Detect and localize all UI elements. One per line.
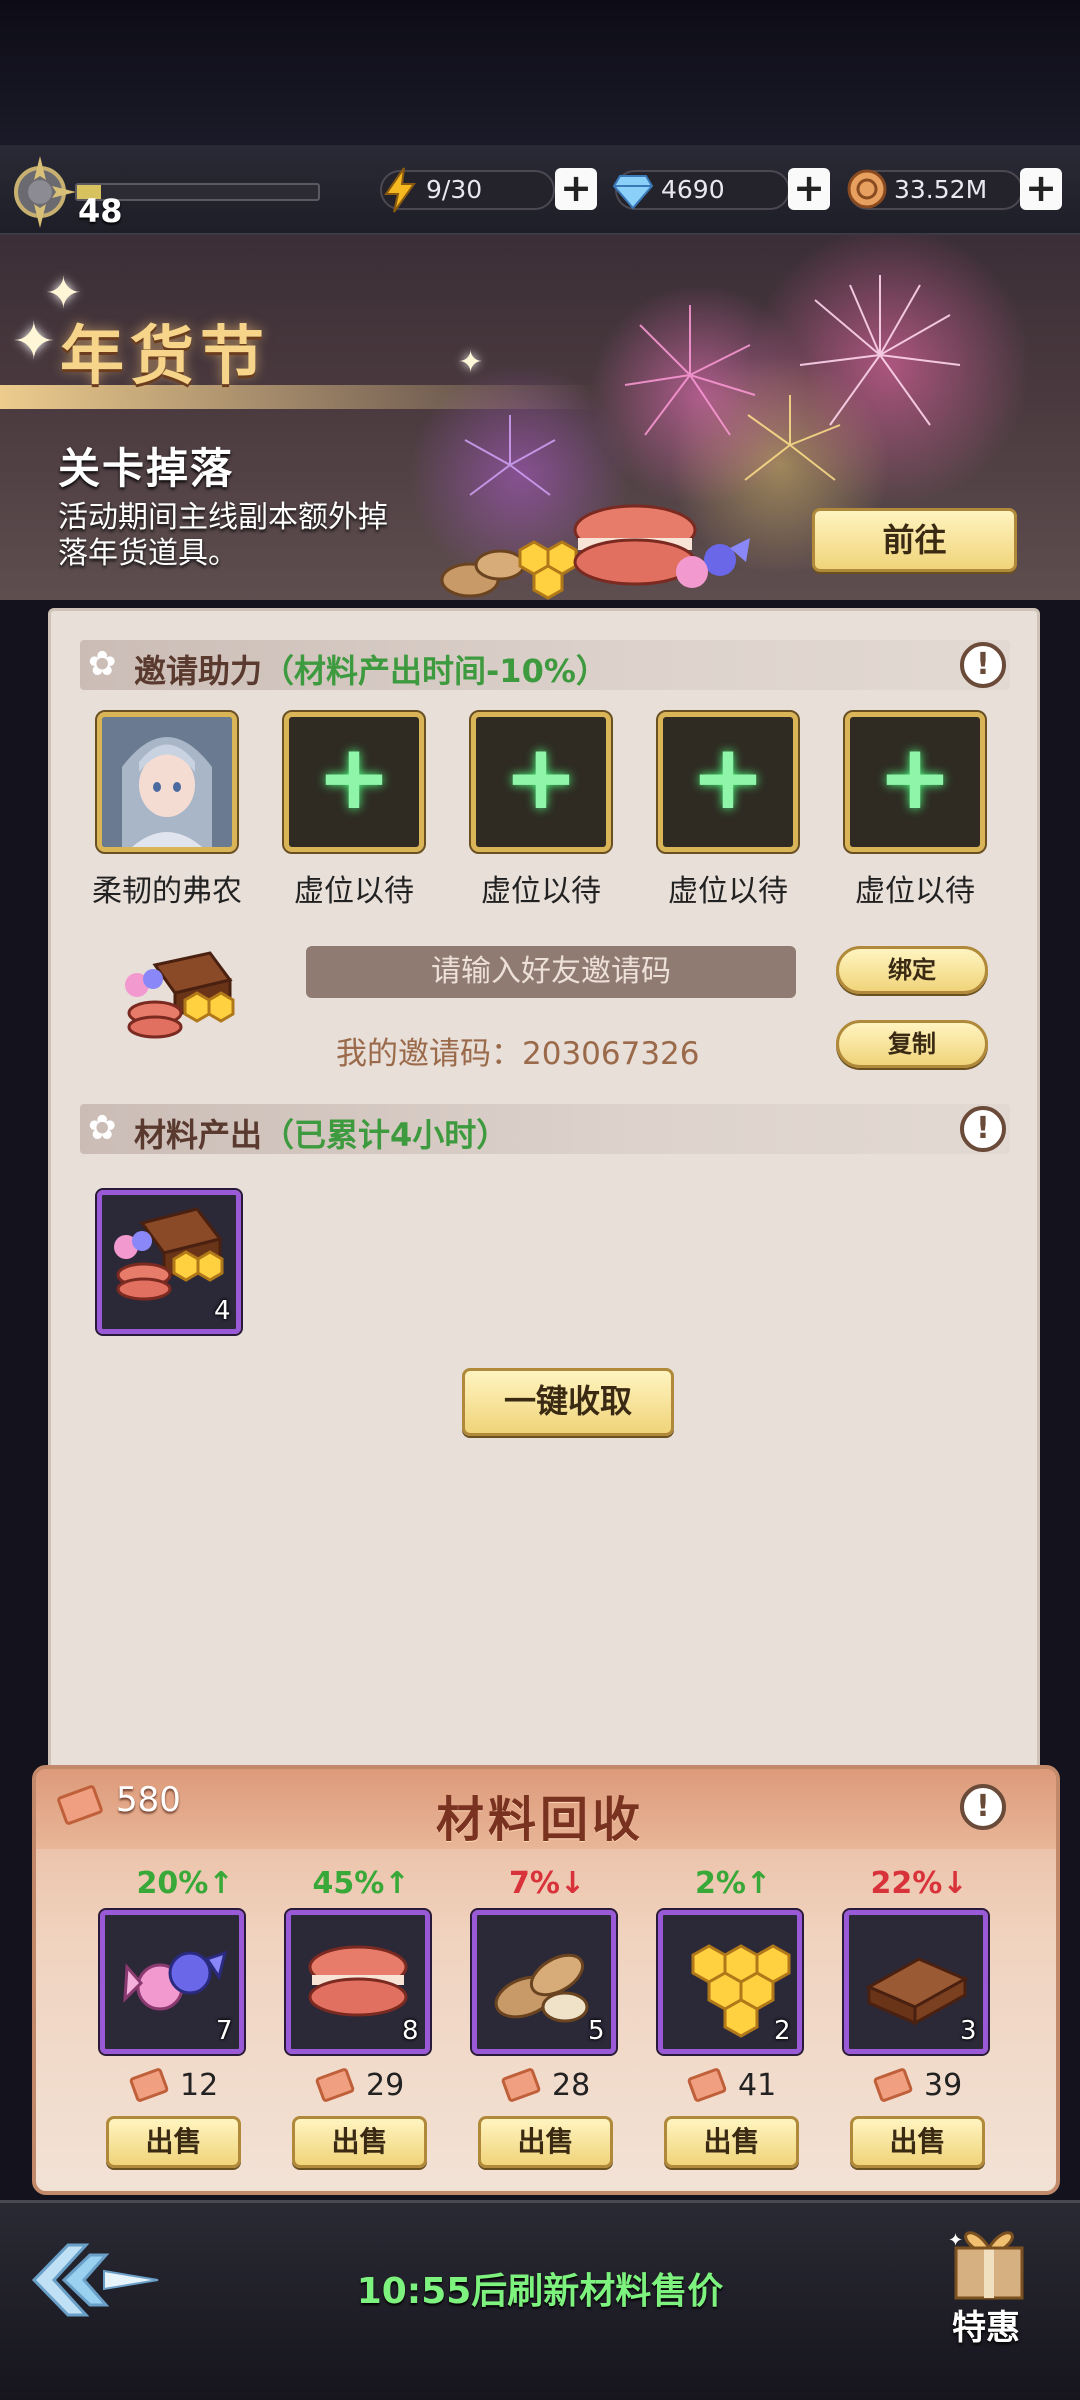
recycle-item-price: 29 <box>366 2068 405 2103</box>
invite-info-icon[interactable]: ! <box>960 642 1006 688</box>
add-diamond-button[interactable]: + <box>788 168 830 210</box>
price-change: 20%↑ <box>136 1866 234 1901</box>
sell-button[interactable]: 出售 <box>106 2116 241 2168</box>
invite-slot-5[interactable]: + <box>843 710 987 854</box>
hero-portrait-icon <box>102 717 232 847</box>
invite-section-title-row: 邀请助力（材料产出时间-10%） <box>134 646 608 692</box>
invite-slot-label: 虚位以待 <box>481 874 601 909</box>
invite-section-title: 邀请助力 <box>134 652 263 690</box>
gift-box-icon[interactable]: ✦ <box>944 2218 1034 2303</box>
output-info-icon[interactable]: ! <box>960 1106 1006 1152</box>
price-change: 2%↑ <box>694 1866 772 1901</box>
output-section-title-row: 材料产出（已累计4小时） <box>134 1110 508 1156</box>
new-year-goods-icon <box>440 504 750 600</box>
player-level: 48 <box>78 192 123 230</box>
price-change: 7%↓ <box>508 1866 586 1901</box>
energy-value: 9/30 <box>426 175 483 204</box>
collect-all-button[interactable]: 一键收取 <box>462 1368 674 1436</box>
invite-slot-2[interactable]: + <box>282 710 426 854</box>
lightning-icon <box>384 167 416 213</box>
invite-slot-label: 柔韧的弗农 <box>92 874 242 909</box>
invite-slot-1[interactable] <box>95 710 239 854</box>
add-energy-button[interactable]: + <box>555 168 597 210</box>
output-section-title: 材料产出 <box>134 1116 263 1154</box>
recycle-item-price: 39 <box>924 2068 963 2103</box>
recycle-item-price: 12 <box>180 2068 219 2103</box>
event-title: 年货节 <box>60 319 270 394</box>
gift-bundle-icon <box>125 951 235 1039</box>
level-emblem-icon[interactable] <box>0 150 85 230</box>
stage-drop-description: 活动期间主线副本额外掉落年货道具。 <box>58 500 388 571</box>
output-section-note: （已累计4小时） <box>262 1116 509 1154</box>
sparkle-icon: ✦ <box>12 312 56 372</box>
stage-drop-title: 关卡掉落 <box>58 444 235 493</box>
recycle-item-count: 7 <box>216 2016 233 2046</box>
recycle-item-count: 2 <box>774 2016 791 2046</box>
diamond-value: 4690 <box>661 175 725 204</box>
bind-button[interactable]: 绑定 <box>836 946 988 994</box>
top-dark-band <box>0 0 1080 145</box>
fireworks-icon <box>464 275 961 496</box>
price-change: 22%↓ <box>870 1866 968 1901</box>
recycle-title: 材料回收 <box>435 1792 644 1848</box>
invite-slot-label: 虚位以待 <box>668 874 788 909</box>
price-refresh-timer: 10:55后刷新材料售价 <box>356 2271 724 2312</box>
sell-button[interactable]: 出售 <box>292 2116 427 2168</box>
sell-button[interactable]: 出售 <box>850 2116 985 2168</box>
price-change: 45%↑ <box>312 1866 410 1901</box>
invite-slot-label: 虚位以待 <box>294 874 414 909</box>
recycle-item-price: 41 <box>738 2068 777 2103</box>
gold-value: 33.52M <box>894 175 988 204</box>
flower-icon: ✿ <box>88 644 117 684</box>
output-item-count: 4 <box>214 1296 231 1326</box>
svg-text:✦: ✦ <box>948 2230 963 2251</box>
invite-slot-3[interactable]: + <box>469 710 613 854</box>
sparkle-icon: ✦ <box>458 345 484 380</box>
sell-button[interactable]: 出售 <box>664 2116 799 2168</box>
my-invite-code: 我的邀请码：203067326 <box>336 1036 700 1072</box>
go-button[interactable]: 前往 <box>812 508 1017 572</box>
recycle-item-count: 8 <box>402 2016 419 2046</box>
sell-button[interactable]: 出售 <box>478 2116 613 2168</box>
invite-slot-label: 虚位以待 <box>855 874 975 909</box>
invite-section-note: （材料产出时间-10%） <box>262 652 608 690</box>
recycle-item-count: 3 <box>960 2016 977 2046</box>
recycle-item-price: 28 <box>552 2068 591 2103</box>
copy-button[interactable]: 复制 <box>836 1020 988 1068</box>
recycle-info-icon[interactable]: ! <box>960 1784 1006 1830</box>
gold-coin-icon <box>847 169 887 209</box>
invite-slot-4[interactable]: + <box>656 710 800 854</box>
special-offer-label[interactable]: 特惠 <box>952 2300 1020 2349</box>
recycle-item-count: 5 <box>588 2016 605 2046</box>
invite-code-input[interactable]: 请输入好友邀请码 <box>306 946 796 998</box>
flower-icon: ✿ <box>88 1108 117 1148</box>
diamond-icon <box>612 175 654 210</box>
add-gold-button[interactable]: + <box>1020 168 1062 210</box>
